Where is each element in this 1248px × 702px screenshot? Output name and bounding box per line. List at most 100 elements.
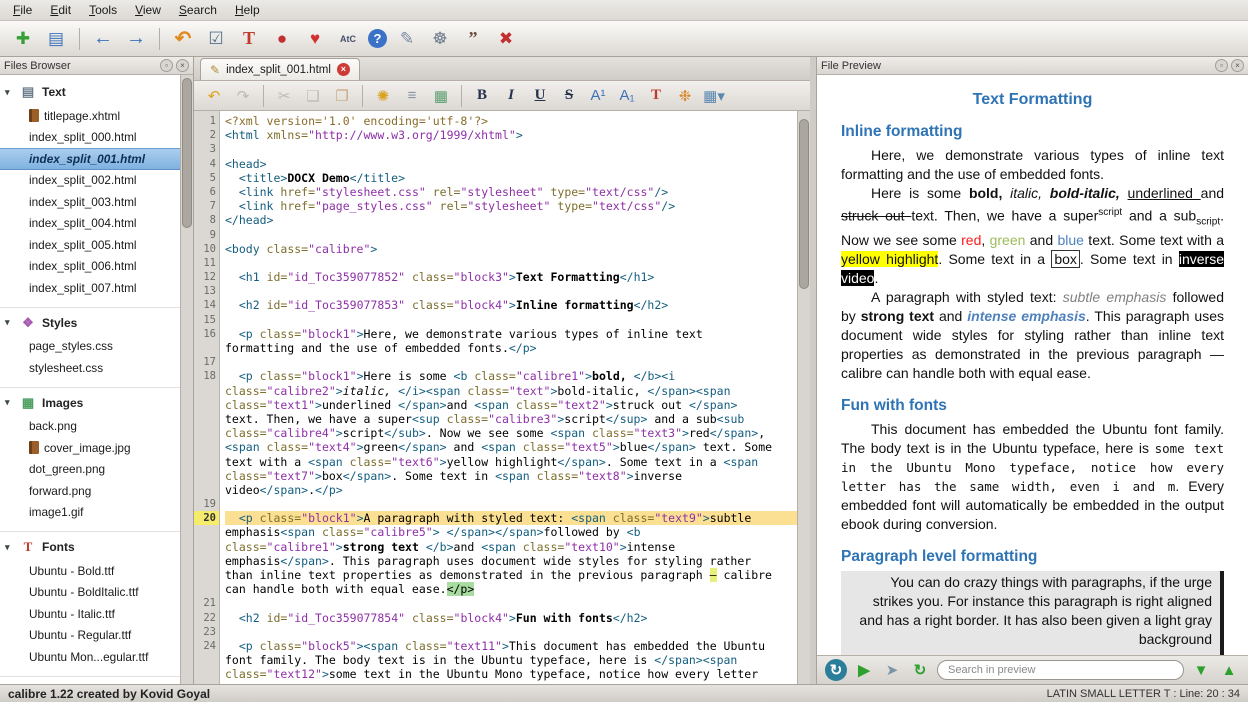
code-line[interactable] — [225, 355, 797, 369]
beautify-icon[interactable]: ≡ — [400, 84, 424, 108]
file-item[interactable]: back.png — [0, 416, 180, 438]
code-line[interactable]: class="text7">box</span>. Some text in <… — [225, 469, 797, 483]
code-line[interactable] — [225, 497, 797, 511]
chevron-down-icon[interactable]: ▾ — [5, 397, 14, 408]
code-line[interactable]: font family. The body text is in the Ubu… — [225, 653, 797, 667]
code-line[interactable]: <head> — [225, 157, 797, 171]
code-line[interactable]: <span class="text4">green</span> and <sp… — [225, 440, 797, 454]
file-item[interactable]: dot_green.png — [0, 459, 180, 481]
code-line[interactable]: class="text1">underlined </span>and <spa… — [225, 398, 797, 412]
code-editor[interactable]: 123456789101112131415161718192021222324 … — [194, 111, 810, 684]
code-line[interactable]: <html xmlns="http://www.w3.org/1999/xhtm… — [225, 128, 797, 142]
bold-button[interactable]: B — [470, 84, 494, 108]
code-line[interactable]: <h2 id="id_Toc359077853" class="block4">… — [225, 298, 797, 312]
code-line[interactable]: formatting and the use of embedded fonts… — [225, 341, 797, 355]
menu-view[interactable]: View — [126, 1, 170, 19]
file-item[interactable]: page_styles.css — [0, 336, 180, 358]
code-line[interactable]: </head> — [225, 213, 797, 227]
code-line[interactable] — [225, 142, 797, 156]
back-icon[interactable]: ← — [90, 26, 116, 52]
file-item[interactable]: image1.gif — [0, 502, 180, 524]
code-line[interactable] — [225, 228, 797, 242]
insert-table-icon[interactable]: ▦▾ — [702, 84, 726, 108]
code-line[interactable]: emphasis</span>. This paragraph uses doc… — [225, 554, 797, 568]
code-line[interactable] — [225, 313, 797, 327]
code-text[interactable]: <?xml version='1.0' encoding='utf-8'?><h… — [220, 111, 797, 684]
menu-help[interactable]: Help — [226, 1, 269, 19]
new-file-icon[interactable]: ✚ — [10, 26, 36, 52]
paste-icon[interactable]: ❐ — [330, 84, 354, 108]
file-item[interactable]: index_split_004.html — [0, 213, 180, 235]
file-item[interactable]: Ubuntu - Regular.ttf — [0, 625, 180, 647]
editor-scrollbar-thumb[interactable] — [799, 119, 809, 289]
code-line[interactable]: class="calibre2">italic, </i><span class… — [225, 384, 797, 398]
code-line[interactable]: <title>DOCX Demo</title> — [225, 171, 797, 185]
insert-special-character-icon[interactable]: ✺ — [371, 84, 395, 108]
strikethrough-button[interactable]: S — [557, 84, 581, 108]
subscript-button[interactable]: A₁ — [615, 84, 639, 108]
float-panel-icon[interactable]: ▫ — [1215, 59, 1228, 72]
delete-css-icon[interactable]: ✖ — [493, 26, 519, 52]
preview-send-icon[interactable]: ➤ — [881, 659, 903, 681]
menu-file[interactable]: File — [4, 1, 41, 19]
file-item[interactable]: index_split_003.html — [0, 191, 180, 213]
smarten-punctuation-icon[interactable]: ❉ — [673, 84, 697, 108]
preview-search-input[interactable] — [937, 660, 1184, 680]
italic-button[interactable]: I — [499, 84, 523, 108]
chevron-down-icon[interactable]: ▾ — [5, 87, 14, 98]
undo-icon[interactable]: ↶ — [170, 26, 196, 52]
code-line[interactable]: <p class="block1">Here is some <b class=… — [225, 369, 797, 383]
format-color-icon[interactable]: T — [644, 84, 668, 108]
code-line[interactable] — [225, 256, 797, 270]
code-line[interactable]: video</span>.</p> — [225, 483, 797, 497]
category-header-text[interactable]: ▾▤Text — [0, 79, 180, 105]
editor-scrollbar[interactable] — [797, 111, 810, 684]
float-panel-icon[interactable]: ▫ — [160, 59, 173, 72]
preview-play-button[interactable]: ▶ — [853, 659, 875, 681]
file-item[interactable]: index_split_000.html — [0, 127, 180, 149]
code-line[interactable]: text. Then, we have a super<sup class="c… — [225, 412, 797, 426]
donate-icon[interactable]: ♥ — [302, 26, 328, 52]
file-item[interactable]: titlepage.xhtml — [0, 105, 180, 127]
category-header-images[interactable]: ▾▦Images — [0, 390, 180, 416]
save-icon[interactable]: ▤ — [43, 26, 69, 52]
file-item[interactable]: Ubuntu - Italic.ttf — [0, 603, 180, 625]
editor-tab[interactable]: ✎ index_split_001.html × — [200, 58, 360, 80]
code-line[interactable]: can handle both with equal ease.</p> — [225, 582, 797, 596]
code-line[interactable]: text with a <span class="text6">yellow h… — [225, 455, 797, 469]
file-item[interactable]: forward.png — [0, 480, 180, 502]
file-item[interactable]: cover_image.jpg — [0, 437, 180, 459]
chevron-down-icon[interactable]: ▾ — [5, 317, 14, 328]
quotes-icon[interactable]: ” — [460, 26, 486, 52]
file-item[interactable]: index_split_005.html — [0, 234, 180, 256]
file-item[interactable]: index_split_001.html — [0, 148, 180, 170]
code-line[interactable]: emphasis<span class="calibre5"> </span><… — [225, 525, 797, 539]
code-line[interactable] — [225, 625, 797, 639]
menu-search[interactable]: Search — [170, 1, 226, 19]
fonts-icon[interactable]: T — [236, 26, 262, 52]
menu-edit[interactable]: Edit — [41, 1, 80, 19]
category-header-styles[interactable]: ▾❖Styles — [0, 310, 180, 336]
close-panel-icon[interactable]: × — [176, 59, 189, 72]
copy-icon[interactable]: ❏ — [301, 84, 325, 108]
edit-icon[interactable]: ✎ — [394, 26, 420, 52]
superscript-button[interactable]: A¹ — [586, 84, 610, 108]
insert-image-icon[interactable]: ▦ — [429, 84, 453, 108]
close-panel-icon[interactable]: × — [1231, 59, 1244, 72]
forward-icon[interactable]: → — [123, 26, 149, 52]
undo-icon[interactable]: ↶ — [202, 84, 226, 108]
code-line[interactable]: <?xml version='1.0' encoding='utf-8'?> — [225, 114, 797, 128]
preview-reload-button[interactable]: ↻ — [825, 659, 847, 681]
code-line[interactable]: <link href="page_styles.css" rel="styles… — [225, 199, 797, 213]
file-item[interactable]: Ubuntu - BoldItalic.ttf — [0, 582, 180, 604]
code-line[interactable]: <p class="block5"><span class="text11">T… — [225, 639, 797, 653]
file-item[interactable]: index_split_006.html — [0, 256, 180, 278]
preview-document[interactable]: Text FormattingInline formattingHere, we… — [817, 75, 1248, 655]
toc-icon[interactable]: AtC — [335, 26, 361, 52]
menu-tools[interactable]: Tools — [80, 1, 126, 19]
code-line[interactable]: <h2 id="id_Toc359077854" class="block4">… — [225, 611, 797, 625]
next-match-button[interactable]: ▼ — [1190, 659, 1212, 681]
file-item[interactable]: Ubuntu Mon...egular.ttf — [0, 646, 180, 668]
underline-button[interactable]: U — [528, 84, 552, 108]
files-scrollbar-thumb[interactable] — [182, 78, 192, 228]
